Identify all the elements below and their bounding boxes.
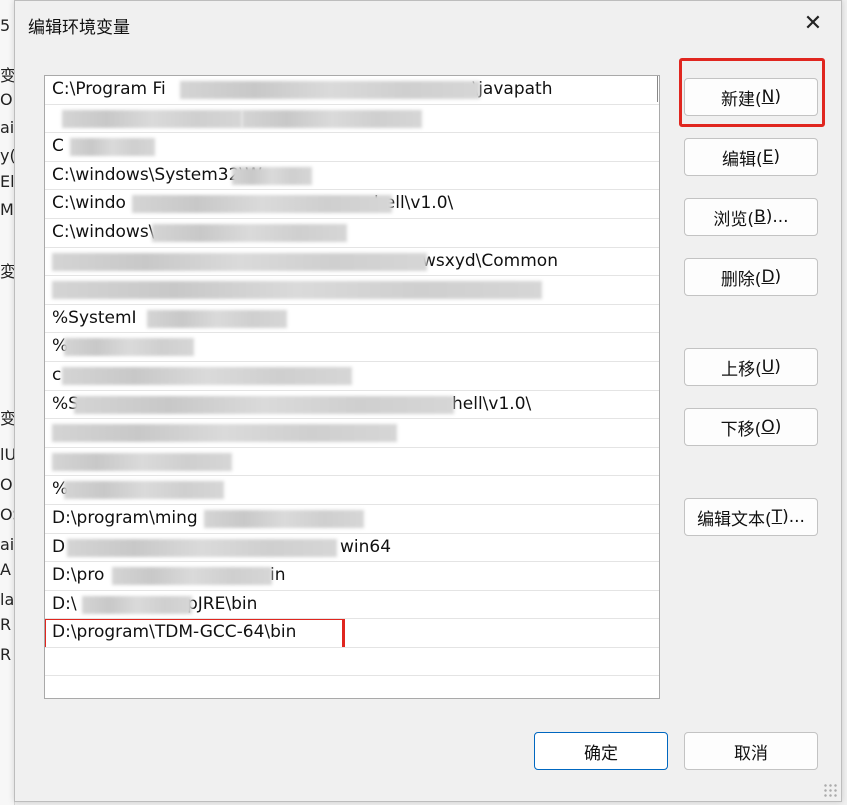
redacted-text-mosaic [52, 252, 427, 271]
path-list-item[interactable]: % [45, 476, 659, 505]
path-list-item[interactable]: D:\ pJRE\bin [45, 591, 659, 620]
move-up-button[interactable]: 上移(U) [684, 348, 818, 386]
redacted-text-mosaic [152, 223, 347, 242]
path-list-item[interactable]: %S hell\v1.0\ [45, 391, 659, 420]
path-text: C:\windows\System32\W [52, 164, 262, 185]
background-text-fragment: El [0, 172, 14, 191]
path-list-item[interactable]: D:\pro in [45, 562, 659, 591]
path-list-item[interactable]: C [45, 133, 659, 162]
redacted-text-mosaic [82, 595, 192, 614]
path-list-item[interactable]: D:\program\ming [45, 505, 659, 534]
path-text: C [52, 136, 64, 157]
background-text-fragment: R [0, 645, 12, 664]
path-list-item[interactable]: Dwin64 [45, 534, 659, 563]
ok-button[interactable]: 确定 [534, 732, 668, 770]
path-list-item[interactable] [45, 419, 659, 448]
cancel-button[interactable]: 取消 [684, 732, 818, 770]
path-list-item[interactable]: D:\program\TDM-GCC-64\bin [45, 619, 659, 648]
redacted-text-mosaic [132, 195, 392, 214]
background-text-fragment: M [0, 200, 14, 219]
path-text: D [52, 536, 66, 557]
background-text-fragment: la [0, 590, 14, 609]
path-text-suffix: hell\v1.0\ [452, 393, 532, 414]
path-text: C:\windows\ [52, 221, 155, 242]
path-list-item[interactable]: c [45, 362, 659, 391]
background-window-edge: 5变Onaiy(ElM変变lUOnOSaiAlaRR [0, 0, 15, 805]
edit-text-button[interactable]: 编辑文本(T)... [684, 498, 818, 536]
background-text-fragment: lU [0, 445, 14, 464]
redacted-text-mosaic [180, 81, 480, 99]
redacted-text-mosaic [64, 338, 194, 357]
path-list-item[interactable]: wsxyd\Common [45, 248, 659, 277]
background-text-fragment: R [0, 615, 12, 634]
edit-env-var-dialog: 编辑环境变量 ✕ C:\Program Fi va\javapath C C:\win… [14, 0, 842, 802]
path-text-suffix: win64 [340, 536, 392, 557]
title-bar: 编辑环境变量 ✕ [15, 1, 841, 45]
redacted-text-mosaic [74, 395, 454, 414]
path-text: C:\Program Fi [52, 79, 166, 99]
path-list-item[interactable] [45, 448, 659, 477]
background-text-fragment: 変 [0, 262, 14, 281]
path-text: D:\program\TDM-GCC-64\bin [52, 622, 297, 643]
path-list-item[interactable]: C:\windows\ [45, 219, 659, 248]
delete-button[interactable]: 删除(D) [684, 258, 818, 296]
path-list-item[interactable] [45, 105, 659, 134]
browse-button[interactable]: 浏览(B)... [684, 198, 818, 236]
redacted-text-mosaic [232, 166, 312, 185]
path-text: D:\program\ming [52, 507, 198, 528]
background-text-fragment: 5 [0, 16, 11, 35]
redacted-text-mosaic [62, 109, 242, 128]
redacted-text-mosaic [147, 309, 287, 328]
path-list-item[interactable]: C:\Program Fi va\javapath [45, 76, 659, 105]
resize-grip-icon[interactable] [823, 783, 837, 797]
redacted-text-mosaic [64, 481, 224, 500]
background-text-fragment: On [0, 90, 14, 109]
path-text-suffix: wsxyd\Common [422, 250, 558, 271]
redacted-text-mosaic [204, 509, 364, 528]
path-list-item[interactable]: C:\windo hell\v1.0\ [45, 190, 659, 219]
redacted-text-mosaic [112, 567, 272, 586]
close-icon: ✕ [803, 10, 823, 36]
redacted-text-mosaic [70, 138, 155, 157]
path-text: c [52, 364, 62, 385]
redacted-text-mosaic [52, 424, 397, 443]
dialog-title: 编辑环境变量 [28, 18, 130, 38]
path-text-suffix: in [270, 565, 286, 586]
new-button[interactable]: 新建(N) [684, 78, 818, 116]
path-text: D:\pro [52, 565, 105, 586]
row-separator-line [657, 76, 658, 102]
redacted-text-mosaic [52, 281, 542, 300]
path-list-item[interactable]: % [45, 333, 659, 362]
path-text-suffix: pJRE\bin [187, 593, 258, 614]
path-text: %SystemI [52, 307, 137, 328]
background-text-fragment: OS [0, 505, 14, 524]
background-text-fragment: 变 [0, 409, 14, 428]
path-list-item[interactable]: %SystemI [45, 305, 659, 334]
edit-button[interactable]: 编辑(E) [684, 138, 818, 176]
path-list[interactable]: C:\Program Fi va\javapath C C:\windows\Syst… [44, 75, 660, 699]
background-text-fragment: A [0, 560, 11, 579]
path-list-item[interactable] [45, 276, 659, 305]
background-text-fragment: y( [0, 146, 14, 165]
close-button[interactable]: ✕ [799, 9, 827, 37]
redacted-text-mosaic [62, 366, 352, 385]
path-text: C:\windo [52, 193, 126, 214]
move-down-button[interactable]: 下移(O) [684, 408, 818, 446]
path-list-item[interactable]: C:\windows\System32\W [45, 162, 659, 191]
background-text-fragment: 变 [0, 66, 14, 85]
background-text-fragment: ai [0, 118, 14, 137]
redacted-text-mosaic [67, 538, 337, 557]
path-list-item[interactable] [45, 676, 659, 698]
path-text: D:\ [52, 593, 77, 614]
background-text-fragment: On [0, 475, 14, 494]
path-list-item[interactable] [45, 648, 659, 677]
redacted-text-mosaic [52, 452, 232, 471]
background-text-fragment: ai [0, 535, 14, 554]
redacted-text-mosaic [242, 109, 422, 128]
